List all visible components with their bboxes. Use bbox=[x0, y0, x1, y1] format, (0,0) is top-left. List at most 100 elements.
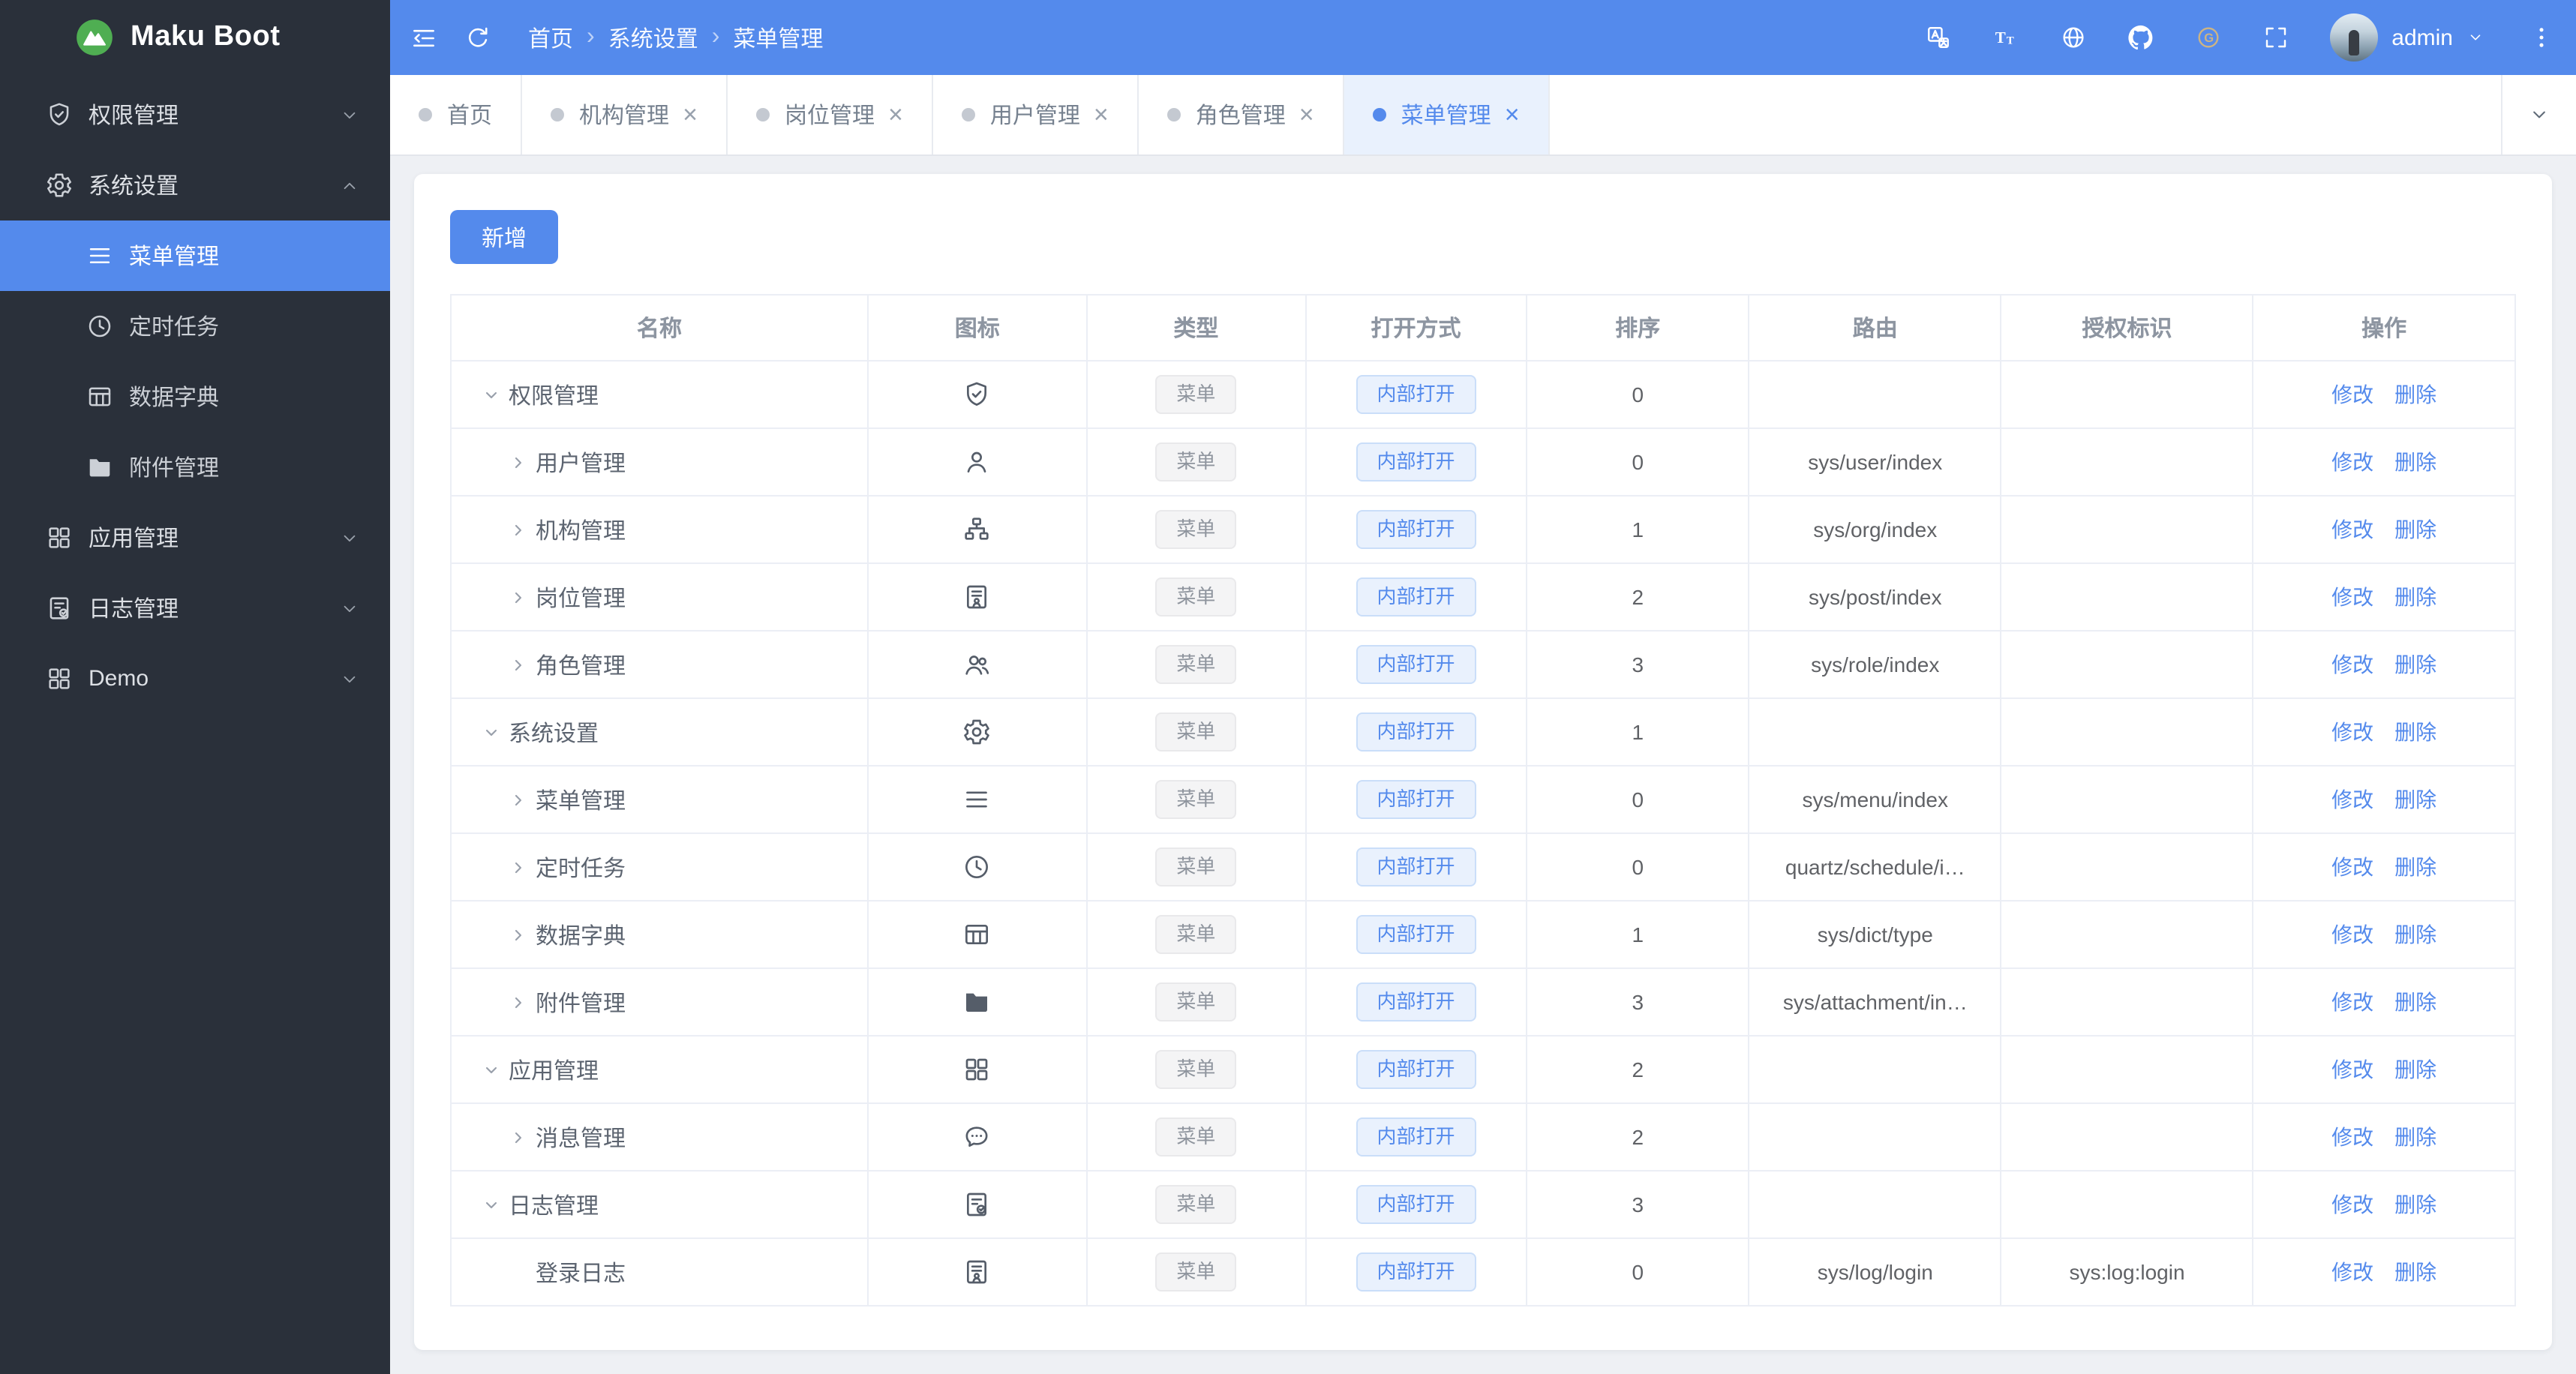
delete-link[interactable]: 删除 bbox=[2394, 585, 2436, 609]
tab-post[interactable]: 岗位管理 × bbox=[728, 75, 933, 154]
delete-link[interactable]: 删除 bbox=[2394, 1125, 2436, 1149]
sidebar-item-label: 日志管理 bbox=[89, 597, 179, 622]
refresh-button[interactable] bbox=[464, 23, 492, 52]
modify-link[interactable]: 修改 bbox=[2331, 382, 2373, 406]
expand-toggle[interactable] bbox=[509, 1127, 528, 1147]
topbar-locale-button[interactable] bbox=[2060, 24, 2087, 51]
breadcrumb-item[interactable]: 首页 bbox=[528, 22, 573, 53]
expand-toggle[interactable] bbox=[482, 1195, 501, 1214]
tab-role[interactable]: 角色管理 × bbox=[1139, 75, 1344, 154]
modify-link[interactable]: 修改 bbox=[2331, 1260, 2373, 1284]
tab-dropdown-button[interactable] bbox=[2501, 75, 2576, 154]
modify-link[interactable]: 修改 bbox=[2331, 1125, 2373, 1149]
breadcrumb-item[interactable]: 菜单管理 bbox=[733, 22, 823, 53]
topbar-github-button[interactable] bbox=[2127, 24, 2154, 51]
sidebar-item-log[interactable]: 日志管理 bbox=[0, 573, 390, 644]
delete-link[interactable]: 删除 bbox=[2394, 652, 2436, 676]
modify-link[interactable]: 修改 bbox=[2331, 1058, 2373, 1082]
chevron-down-icon bbox=[482, 1195, 501, 1214]
delete-link[interactable]: 删除 bbox=[2394, 1192, 2436, 1216]
modify-link[interactable]: 修改 bbox=[2331, 922, 2373, 946]
sidebar-item-schedule[interactable]: 定时任务 bbox=[0, 291, 390, 362]
delete-link[interactable]: 删除 bbox=[2394, 450, 2436, 474]
close-icon[interactable]: × bbox=[888, 102, 903, 128]
more-options-button[interactable] bbox=[2528, 24, 2555, 51]
topbar-fullscreen-button[interactable] bbox=[2262, 24, 2289, 51]
delete-link[interactable]: 删除 bbox=[2394, 1058, 2436, 1082]
expand-toggle[interactable] bbox=[482, 385, 501, 404]
modify-link[interactable]: 修改 bbox=[2331, 450, 2373, 474]
cell-permission bbox=[2000, 562, 2254, 632]
close-icon[interactable]: × bbox=[683, 102, 698, 128]
sidebar-item-demo[interactable]: Demo bbox=[0, 644, 390, 714]
collapse-sidebar-button[interactable] bbox=[410, 23, 438, 52]
delete-link[interactable]: 删除 bbox=[2394, 788, 2436, 812]
tab-status-dot bbox=[419, 108, 432, 122]
modify-link[interactable]: 修改 bbox=[2331, 518, 2373, 542]
cell-name: 消息管理 bbox=[450, 1102, 869, 1172]
cell-icon bbox=[866, 832, 1088, 902]
menu-table: 名称 图标 类型 打开方式 排序 路由 授权标识 操作 权限管理 菜单 内部打开 0 修改 删除 用户管理… bbox=[450, 294, 2516, 1306]
cell-name: 机构管理 bbox=[450, 495, 869, 564]
expand-toggle[interactable] bbox=[482, 722, 501, 742]
delete-link[interactable]: 删除 bbox=[2394, 720, 2436, 744]
modify-link[interactable]: 修改 bbox=[2331, 855, 2373, 879]
sidebar-item-attachment[interactable]: 附件管理 bbox=[0, 432, 390, 502]
close-icon[interactable]: × bbox=[1505, 102, 1520, 128]
expand-toggle[interactable] bbox=[509, 857, 528, 877]
expand-toggle[interactable] bbox=[509, 587, 528, 607]
table-row: 岗位管理 菜单 内部打开 2 sys/post/index 修改 删除 bbox=[450, 562, 2516, 632]
user-menu[interactable]: admin bbox=[2330, 14, 2484, 62]
topbar-gitee-button[interactable] bbox=[2195, 24, 2222, 51]
shield-check-icon bbox=[45, 100, 74, 129]
open-mode-tag: 内部打开 bbox=[1356, 712, 1476, 752]
modify-link[interactable]: 修改 bbox=[2331, 652, 2373, 676]
modify-link[interactable]: 修改 bbox=[2331, 990, 2373, 1014]
fullscreen-icon bbox=[2262, 24, 2289, 51]
sidebar-item-system[interactable]: 系统设置 bbox=[0, 150, 390, 220]
delete-link[interactable]: 删除 bbox=[2394, 922, 2436, 946]
cell-route bbox=[1748, 698, 2002, 766]
modify-link[interactable]: 修改 bbox=[2331, 720, 2373, 744]
sidebar-item-dict[interactable]: 数据字典 bbox=[0, 362, 390, 432]
tab-user[interactable]: 用户管理 × bbox=[933, 75, 1139, 154]
add-button[interactable]: 新增 bbox=[450, 210, 559, 264]
close-icon[interactable]: × bbox=[1094, 102, 1109, 128]
chevron-right-icon bbox=[509, 857, 528, 877]
expand-toggle[interactable] bbox=[509, 655, 528, 674]
expand-toggle[interactable] bbox=[509, 992, 528, 1012]
topbar-translate-button[interactable] bbox=[1925, 24, 1952, 51]
sidebar-item-perm[interactable]: 权限管理 bbox=[0, 80, 390, 150]
delete-link[interactable]: 删除 bbox=[2394, 518, 2436, 542]
expand-toggle[interactable] bbox=[509, 520, 528, 539]
modify-link[interactable]: 修改 bbox=[2331, 585, 2373, 609]
modify-link[interactable]: 修改 bbox=[2331, 788, 2373, 812]
kebab-icon bbox=[2528, 24, 2555, 51]
breadcrumb-item[interactable]: 系统设置 bbox=[608, 22, 698, 53]
sidebar-item-menu[interactable]: 菜单管理 bbox=[0, 220, 390, 291]
cell-icon bbox=[866, 1238, 1088, 1306]
tab-org[interactable]: 机构管理 × bbox=[522, 75, 728, 154]
cell-open-mode: 内部打开 bbox=[1305, 1238, 1527, 1306]
cell-permission bbox=[2000, 1102, 2254, 1172]
table-row: 应用管理 菜单 内部打开 2 修改 删除 bbox=[450, 1035, 2516, 1104]
close-icon[interactable]: × bbox=[1299, 102, 1314, 128]
clock-icon bbox=[962, 852, 992, 882]
delete-link[interactable]: 删除 bbox=[2394, 855, 2436, 879]
cell-actions: 修改 删除 bbox=[2252, 1035, 2516, 1104]
topbar-font-size-button[interactable] bbox=[1992, 24, 2019, 51]
tab-home[interactable]: 首页 bbox=[390, 75, 523, 154]
delete-link[interactable]: 删除 bbox=[2394, 1260, 2436, 1284]
type-tag: 菜单 bbox=[1155, 375, 1237, 414]
expand-toggle[interactable] bbox=[482, 1060, 501, 1079]
delete-link[interactable]: 删除 bbox=[2394, 382, 2436, 406]
expand-toggle[interactable] bbox=[509, 925, 528, 944]
delete-link[interactable]: 删除 bbox=[2394, 990, 2436, 1014]
expand-toggle[interactable] bbox=[509, 452, 528, 472]
modify-link[interactable]: 修改 bbox=[2331, 1192, 2373, 1216]
open-mode-tag: 内部打开 bbox=[1356, 780, 1476, 819]
tab-menu[interactable]: 菜单管理 × bbox=[1344, 75, 1550, 154]
sidebar-item-app[interactable]: 应用管理 bbox=[0, 502, 390, 573]
expand-toggle[interactable] bbox=[509, 790, 528, 809]
main-column: 首页 › 系统设置 › 菜单管理 admin 首页 机构管理 × 岗位管理 × 用户管理 × 角色管理… bbox=[390, 0, 2576, 1374]
